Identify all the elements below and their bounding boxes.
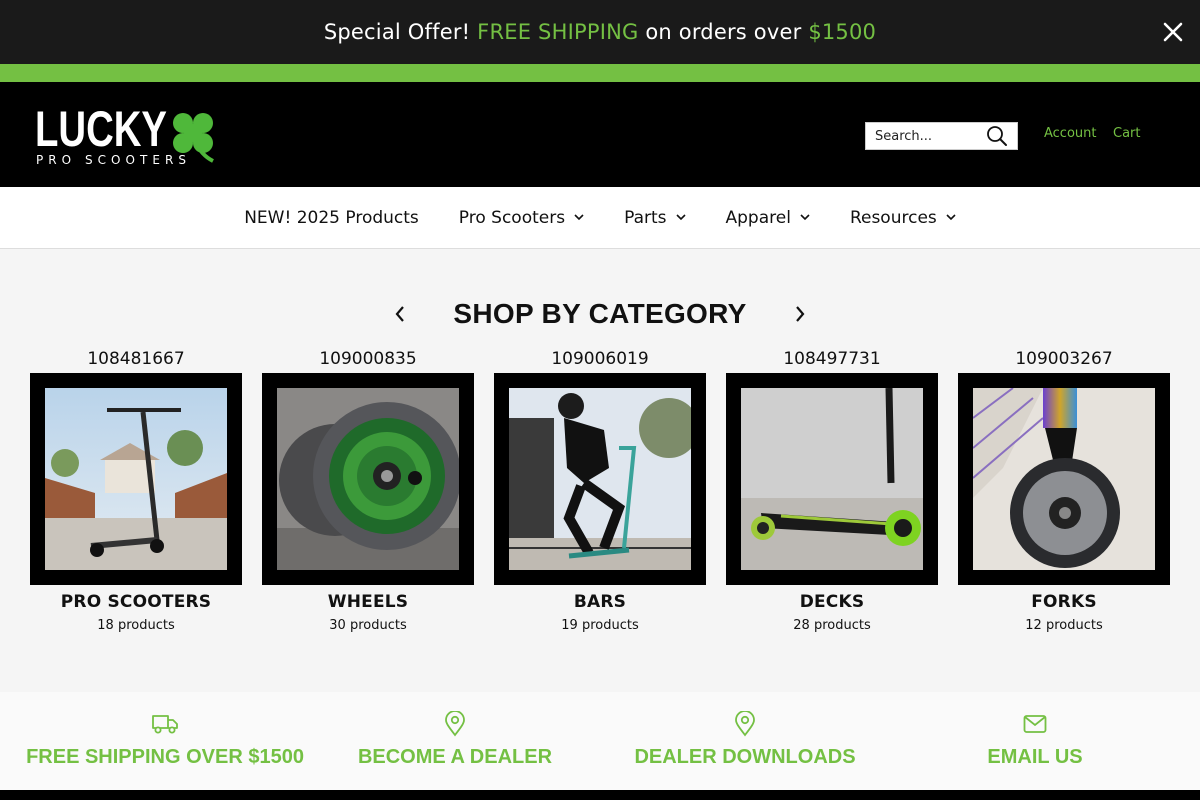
nav-item-pro-scooters[interactable]: Pro Scooters [459, 208, 584, 228]
carousel-next-button[interactable] [787, 301, 813, 327]
main-nav: NEW! 2025 Products Pro Scooters Parts Ap… [0, 187, 1200, 249]
feature-become-dealer[interactable]: BECOME A DEALER [358, 710, 552, 769]
nav-label: Resources [849, 207, 937, 228]
cart-link[interactable]: Cart [1113, 126, 1141, 141]
footer-strip [0, 790, 1200, 800]
logo-word: LUCKY [35, 102, 167, 157]
nav-label: Apparel [725, 207, 791, 228]
card-id: 109006019 [551, 349, 649, 369]
feature-label: DEALER DOWNLOADS [634, 746, 856, 768]
nav-item-new-2025[interactable]: NEW! 2025 Products [244, 208, 419, 228]
chevron-down-icon [574, 214, 584, 221]
announcement-highlight-shipping: FREE SHIPPING [477, 20, 639, 44]
feature-label: EMAIL US [987, 746, 1083, 768]
nav-item-resources[interactable]: Resources [850, 208, 956, 228]
nav-label: Pro Scooters [458, 207, 566, 228]
category-card-wheels[interactable]: 109000835 WHEELS 30 products [262, 346, 474, 633]
category-card-bars[interactable]: 109006019 BARS 19 products [494, 346, 706, 633]
search-input[interactable] [866, 124, 984, 148]
lucky-logo[interactable]: LUCKY PRO SCOOTERS [35, 101, 220, 167]
card-name: DECKS [799, 592, 865, 612]
feature-label: BECOME A DEALER [357, 746, 553, 768]
card-id: 108481667 [87, 349, 185, 369]
card-name: WHEELS [327, 592, 409, 612]
card-id: 109003267 [1015, 349, 1113, 369]
feature-free-shipping[interactable]: FREE SHIPPING OVER $1500 [26, 710, 304, 769]
announcement-prefix: Special Offer! [323, 20, 478, 44]
card-count: 30 products [329, 618, 407, 633]
carousel-prev-button[interactable] [387, 301, 413, 327]
accent-strip [0, 64, 1200, 82]
feature-dealer-downloads[interactable]: DEALER DOWNLOADS [634, 710, 856, 769]
chevron-down-icon [675, 214, 686, 221]
section-title: SHOP BY CATEGORY [453, 298, 747, 329]
decks-image [741, 388, 923, 570]
close-icon[interactable] [1160, 19, 1186, 45]
card-count: 18 products [97, 618, 175, 633]
card-id: 109000835 [319, 349, 417, 369]
chevron-right-icon [795, 306, 805, 322]
pro-scooter-image [45, 388, 227, 570]
search-box [865, 122, 1018, 150]
nav-label: Parts [624, 207, 667, 228]
feature-bar: FREE SHIPPING OVER $1500 BECOME A DEALER… [0, 692, 1200, 790]
search-icon[interactable] [984, 123, 1010, 149]
category-carousel: 108481667 PRO SCOOTERS 18 products 10900… [30, 346, 1170, 646]
feature-label: FREE SHIPPING OVER $1500 [26, 746, 304, 768]
category-heading: SHOP BY CATEGORY [0, 292, 1200, 336]
feature-email-us[interactable]: EMAIL US [987, 710, 1083, 769]
announcement-middle: on orders over [638, 20, 809, 44]
truck-icon [151, 710, 179, 738]
map-pin-icon [731, 710, 759, 738]
nav-item-apparel[interactable]: Apparel [726, 208, 810, 228]
category-card-forks[interactable]: 109003267 FORKS 12 products [958, 346, 1170, 633]
card-id: 108497731 [783, 349, 881, 369]
bars-image [509, 388, 691, 570]
announcement-text: Special Offer! FREE SHIPPING on orders o… [324, 20, 876, 44]
nav-label: NEW! 2025 Products [244, 207, 419, 228]
announcement-bar: Special Offer! FREE SHIPPING on orders o… [0, 0, 1200, 64]
envelope-icon [1021, 710, 1049, 738]
card-image-frame [958, 373, 1170, 585]
forks-image [973, 388, 1155, 570]
chevron-down-icon [946, 214, 956, 221]
chevron-down-icon [800, 214, 810, 221]
site-header: LUCKY PRO SCOOTERS Account Cart [0, 82, 1200, 187]
card-name: FORKS [1031, 592, 1097, 612]
card-name: BARS [573, 592, 627, 612]
card-count: 28 products [793, 618, 871, 633]
card-image-frame [726, 373, 938, 585]
chevron-left-icon [395, 306, 405, 322]
category-card-pro-scooters[interactable]: 108481667 PRO SCOOTERS 18 products [30, 346, 242, 633]
card-count: 12 products [1025, 618, 1103, 633]
card-name: PRO SCOOTERS [60, 592, 212, 612]
wheels-image [277, 388, 459, 570]
category-card-decks[interactable]: 108497731 DECKS 28 products [726, 346, 938, 633]
card-count: 19 products [561, 618, 639, 633]
nav-item-parts[interactable]: Parts [624, 207, 686, 228]
map-pin-icon [441, 710, 469, 738]
card-image-frame [262, 373, 474, 585]
account-link[interactable]: Account [1044, 126, 1097, 141]
announcement-highlight-amount: $1500 [808, 20, 877, 44]
card-image-frame [30, 373, 242, 585]
card-image-frame [494, 373, 706, 585]
